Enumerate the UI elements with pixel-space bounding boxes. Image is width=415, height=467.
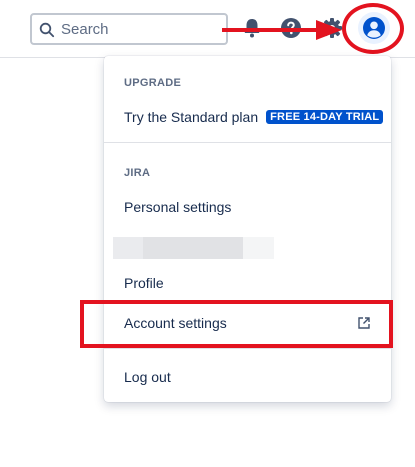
redacted-block [143, 237, 243, 259]
menu-item-account-settings[interactable]: Account settings [104, 305, 391, 341]
menu-item-label: Try the Standard plan [124, 109, 259, 125]
menu-item-log-out[interactable]: Log out [104, 359, 391, 395]
search-placeholder: Search [61, 21, 109, 38]
help-icon[interactable] [279, 16, 303, 40]
trial-badge: FREE 14-DAY TRIAL [266, 110, 384, 124]
section-title-jira: JIRA [124, 167, 151, 179]
search-input[interactable]: Search [30, 13, 228, 45]
bell-icon[interactable] [240, 16, 264, 40]
menu-item-label: Personal settings [124, 199, 232, 215]
external-link-icon [358, 317, 370, 329]
menu-item-profile[interactable]: Profile [104, 265, 391, 301]
menu-divider [104, 142, 391, 143]
menu-item-label: Profile [124, 275, 164, 291]
menu-item-try-standard-plan[interactable]: Try the Standard plan FREE 14-DAY TRIAL [104, 99, 391, 135]
redacted-block [113, 237, 143, 259]
section-title-upgrade: UPGRADE [124, 77, 182, 89]
menu-item-label: Log out [124, 369, 171, 385]
menu-divider [104, 348, 391, 349]
redacted-block [243, 237, 274, 259]
gear-icon[interactable] [320, 16, 344, 40]
top-navigation-bar: Search [0, 0, 415, 58]
account-dropdown-menu: UPGRADE Try the Standard plan FREE 14-DA… [104, 56, 391, 402]
menu-item-label: Account settings [124, 315, 227, 331]
profile-avatar-button[interactable] [358, 12, 390, 44]
search-icon [39, 22, 55, 38]
user-avatar-icon [363, 17, 385, 39]
menu-item-personal-settings[interactable]: Personal settings [104, 189, 391, 225]
